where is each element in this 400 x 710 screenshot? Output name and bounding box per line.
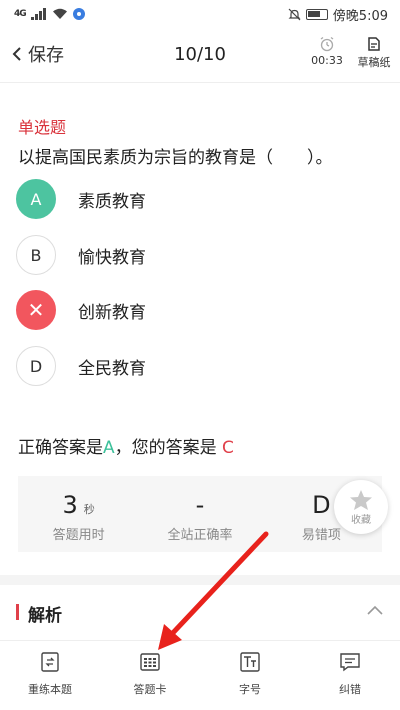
question-text: 以提高国民素质为宗旨的教育是（ ）。 [18, 148, 333, 168]
wifi-icon [52, 8, 67, 19]
network-type: 4G [14, 9, 27, 19]
favorite-label: 收藏 [351, 514, 371, 526]
music-app-icon [72, 8, 85, 20]
option-b-label: 愉快教育 [78, 247, 146, 268]
stat-time-unit: 秒 [83, 503, 95, 516]
answer-card-label: 答题卡 [133, 683, 167, 696]
alarm-clock-icon [320, 36, 334, 52]
star-icon [350, 489, 372, 510]
status-bar: 4G 傍晚5:09 [0, 0, 400, 28]
top-nav: 保存 10/10 00:33 草稿纸 [0, 28, 400, 82]
option-c[interactable]: ✕ 创新教育 [16, 289, 316, 331]
clock: 傍晚5:09 [332, 8, 388, 24]
analysis-accent-bar [16, 604, 19, 620]
report-error-button[interactable]: 纠错 [300, 641, 400, 710]
option-d-key: D [16, 346, 56, 386]
back-save-button[interactable]: 保存 [12, 41, 64, 67]
timer-value: 00:33 [311, 54, 343, 67]
stat-accuracy-label: 全站正确率 [167, 528, 233, 543]
draft-paper-button[interactable]: 草稿纸 [350, 36, 398, 70]
back-save-label: 保存 [28, 45, 64, 66]
redo-question-button[interactable]: 重练本题 [0, 641, 100, 710]
redo-question-label: 重练本题 [28, 683, 72, 696]
option-c-label: 创新教育 [78, 302, 146, 323]
answer-card-icon [140, 653, 160, 671]
stat-time: 3秒 答题用时 [18, 476, 139, 552]
option-a[interactable]: A 素质教育 [16, 178, 316, 220]
stat-time-label: 答题用时 [52, 528, 105, 543]
timer[interactable]: 00:33 [308, 36, 346, 67]
wrong-mark-icon: ✕ [16, 290, 56, 330]
font-size-icon [240, 652, 260, 672]
draft-paper-label: 草稿纸 [357, 56, 391, 69]
answer-middle: ，您的答案是 [114, 438, 223, 458]
stat-accuracy: - 全站正确率 [139, 476, 260, 552]
font-size-button[interactable]: 字号 [200, 641, 300, 710]
option-b-key: B [16, 235, 56, 275]
battery-icon [305, 8, 328, 20]
option-d-label: 全民教育 [78, 358, 146, 379]
stats-panel: 3秒 答题用时 - 全站正确率 D 易错项 [18, 476, 382, 552]
answer-card-button[interactable]: 答题卡 [100, 641, 200, 710]
stat-accuracy-value: - [195, 491, 205, 519]
section-divider [0, 575, 400, 585]
nav-divider [0, 82, 400, 83]
option-a-key: A [16, 179, 56, 219]
answer-prefix: 正确答案是 [18, 438, 103, 458]
option-a-label: 素质教育 [78, 191, 146, 212]
stat-common-mistake-value: D [312, 491, 331, 519]
answer-summary: 正确答案是A，您的答案是 C [18, 433, 234, 458]
correct-answer: A [103, 438, 115, 458]
chevron-left-icon [12, 47, 21, 61]
question-type: 单选题 [18, 118, 67, 137]
option-d[interactable]: D 全民教育 [16, 345, 316, 387]
bottom-toolbar: 重练本题 答题卡 字号 纠错 [0, 640, 400, 710]
draft-paper-icon [368, 37, 380, 51]
mute-bell-icon [288, 8, 301, 20]
signal-icon [30, 8, 46, 20]
user-answer: C [222, 438, 234, 458]
analysis-title: 解析 [28, 606, 62, 626]
option-b[interactable]: B 愉快教育 [16, 234, 316, 276]
chevron-up-icon[interactable] [366, 604, 384, 616]
report-error-label: 纠错 [339, 683, 361, 696]
analysis-header[interactable]: 解析 [0, 596, 400, 630]
redo-icon [41, 652, 59, 672]
stat-time-value: 3 [62, 491, 78, 519]
font-size-label: 字号 [239, 683, 261, 696]
feedback-icon [340, 653, 360, 672]
favorite-button[interactable]: 收藏 [334, 480, 388, 534]
